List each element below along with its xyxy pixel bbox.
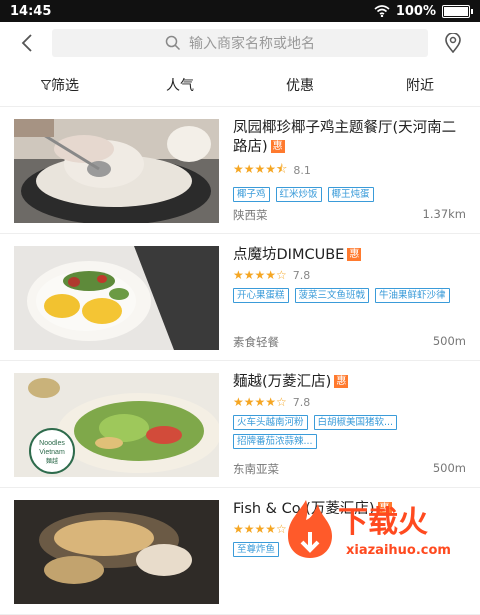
location-button[interactable] bbox=[438, 33, 468, 53]
dish-tag[interactable]: 红米炒饭 bbox=[275, 187, 322, 202]
discount-badge: 惠 bbox=[270, 140, 285, 153]
meta-row: 陕西菜 1.37km bbox=[233, 207, 466, 223]
rating-row: ★★★★☆ 7.8 bbox=[233, 268, 466, 282]
dish-tag[interactable]: 火车头越南河粉 bbox=[233, 415, 308, 430]
restaurant-name-text: 麺越(万菱汇店) bbox=[233, 374, 332, 390]
dish-tag[interactable]: 至尊炸鱼 bbox=[233, 542, 280, 557]
restaurant-photo bbox=[14, 246, 219, 350]
logo-text: Noodles bbox=[39, 440, 65, 447]
dish-tag[interactable]: 菠菜三文鱼班戟 bbox=[294, 288, 370, 303]
restaurant-info: 麺越(万菱汇店) 惠 ★★★★☆ 7.8 火车头越南河粉 白胡椒美国猪软... 招… bbox=[219, 373, 466, 477]
search-input[interactable]: 输入商家名称或地名 bbox=[52, 29, 428, 57]
star-rating: ★★★★☆ bbox=[233, 268, 287, 282]
rating-score: 7.8 bbox=[292, 268, 311, 282]
status-bar: 14:45 100% bbox=[0, 0, 480, 22]
restaurant-photo bbox=[14, 119, 219, 223]
restaurant-info: 点魔坊DIMCUBE 惠 ★★★★☆ 7.8 开心果蛋糕 菠菜三文鱼班戟 牛油果鲜… bbox=[219, 246, 466, 350]
filter-label: 附近 bbox=[406, 78, 434, 94]
logo-text: Vietnam bbox=[39, 449, 65, 456]
cuisine: 素食轻餐 bbox=[233, 335, 279, 349]
search-placeholder: 输入商家名称或地名 bbox=[189, 36, 315, 52]
filter-tab-popular[interactable]: 人气 bbox=[120, 75, 240, 95]
back-button[interactable] bbox=[12, 33, 42, 53]
restaurant-item[interactable]: 凤园椰珍椰子鸡主题餐厅(天河南二路店) 惠 ★★★★⯪ 8.1 椰子鸡 红米炒饭 … bbox=[0, 107, 480, 234]
rating-row: ★★★★⯪ 8.1 bbox=[233, 160, 466, 181]
status-time: 14:45 bbox=[10, 3, 52, 19]
rating-row: ★★★★☆ 7.8 bbox=[233, 395, 466, 409]
filter-tab-screen[interactable]: 筛选 bbox=[0, 75, 120, 95]
meta-row: 东南亚菜 500m bbox=[233, 461, 466, 477]
watermark-logo: 下载火 xiazaihuo.com bbox=[276, 492, 476, 564]
watermark-brand: 下载火 bbox=[338, 505, 428, 540]
rating-score: 7.8 bbox=[292, 395, 311, 409]
battery-icon bbox=[442, 4, 473, 18]
star-rating: ★★★★⯪ bbox=[233, 162, 288, 176]
restaurant-item[interactable]: 点魔坊DIMCUBE 惠 ★★★★☆ 7.8 开心果蛋糕 菠菜三文鱼班戟 牛油果鲜… bbox=[0, 234, 480, 361]
distance: 500m bbox=[432, 461, 466, 475]
restaurant-info: 凤园椰珍椰子鸡主题餐厅(天河南二路店) 惠 ★★★★⯪ 8.1 椰子鸡 红米炒饭 … bbox=[219, 119, 466, 223]
dish-tag[interactable]: 开心果蛋糕 bbox=[233, 288, 289, 303]
rating-score: 8.1 bbox=[293, 164, 311, 177]
restaurant-name: 点魔坊DIMCUBE 惠 bbox=[233, 246, 466, 265]
distance: 1.37km bbox=[422, 207, 466, 221]
battery-fill bbox=[444, 6, 468, 16]
dish-tags: 火车头越南河粉 白胡椒美国猪软... 招牌番茄浓蒜辣... bbox=[233, 415, 466, 449]
restaurant-name-text: 点魔坊DIMCUBE bbox=[233, 247, 345, 263]
restaurant-name: 凤园椰珍椰子鸡主题餐厅(天河南二路店) 惠 bbox=[233, 119, 466, 157]
watermark-url: xiazaihuo.com bbox=[346, 543, 451, 558]
chevron-left-icon bbox=[21, 34, 32, 52]
dish-tag[interactable]: 招牌番茄浓蒜辣... bbox=[233, 434, 317, 449]
restaurant-photo: Noodles Vietnam 麵越 bbox=[14, 373, 219, 477]
filter-tab-discount[interactable]: 优惠 bbox=[240, 75, 360, 95]
dish-tag[interactable]: 椰王炖蛋 bbox=[327, 187, 374, 202]
top-bar: 输入商家名称或地名 bbox=[0, 22, 480, 64]
logo-text: 麵越 bbox=[46, 457, 58, 465]
discount-badge: 惠 bbox=[334, 375, 349, 388]
cuisine: 东南亚菜 bbox=[233, 462, 279, 476]
filter-label: 优惠 bbox=[286, 78, 314, 94]
dish-tag[interactable]: 白胡椒美国猪软... bbox=[313, 415, 398, 430]
star-rating: ★★★★☆ bbox=[233, 395, 287, 409]
battery-percent: 100% bbox=[395, 3, 436, 19]
restaurant-name: 麺越(万菱汇店) 惠 bbox=[233, 373, 466, 392]
dish-tags: 椰子鸡 红米炒饭 椰王炖蛋 bbox=[233, 187, 466, 202]
filter-label: 人气 bbox=[166, 78, 194, 94]
filter-tab-nearby[interactable]: 附近 bbox=[360, 75, 480, 95]
dish-tag[interactable]: 牛油果鲜虾沙律 bbox=[375, 288, 450, 303]
status-icons: 100% bbox=[374, 3, 473, 19]
meta-row: 素食轻餐 500m bbox=[233, 334, 466, 350]
restaurant-item[interactable]: Noodles Vietnam 麵越 麺越(万菱汇店) 惠 ★★★★☆ 7.8 火… bbox=[0, 361, 480, 488]
cuisine: 陕西菜 bbox=[233, 208, 268, 222]
distance: 500m bbox=[432, 334, 466, 348]
wifi-icon bbox=[374, 5, 390, 17]
restaurant-name-text: 凤园椰珍椰子鸡主题餐厅(天河南二路店) bbox=[233, 120, 457, 155]
dish-tag[interactable]: 椰子鸡 bbox=[233, 187, 270, 202]
search-icon bbox=[165, 35, 181, 51]
filter-bar: 筛选 人气 优惠 附近 bbox=[0, 64, 480, 107]
filter-icon bbox=[40, 80, 52, 91]
dish-tags: 开心果蛋糕 菠菜三文鱼班戟 牛油果鲜虾沙律 bbox=[233, 288, 466, 303]
filter-label: 筛选 bbox=[51, 78, 79, 94]
discount-badge: 惠 bbox=[347, 248, 362, 261]
restaurant-photo bbox=[14, 500, 219, 604]
location-pin-icon bbox=[445, 33, 461, 53]
